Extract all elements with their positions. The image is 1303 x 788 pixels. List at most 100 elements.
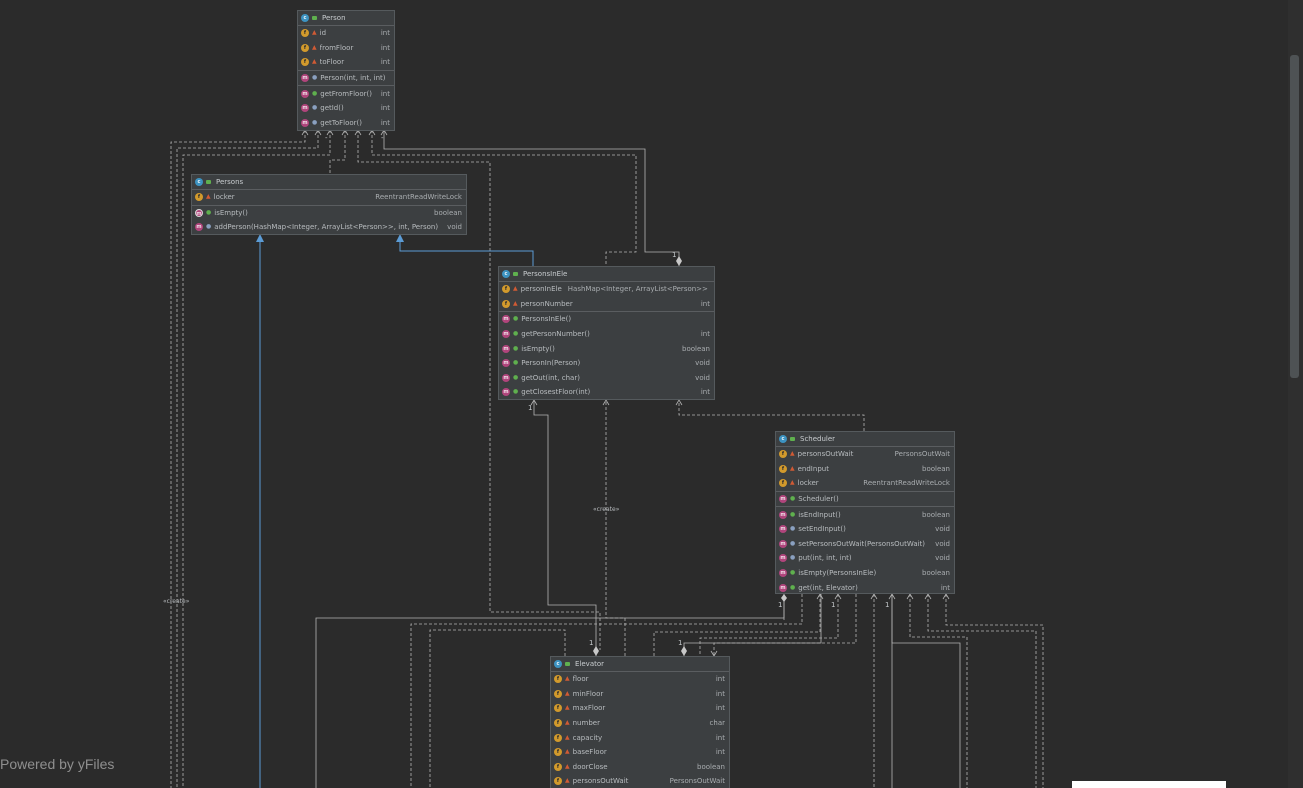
method-icon: m <box>779 539 787 548</box>
method-row: m ● isEmpty() boolean <box>195 208 462 217</box>
class-persons[interactable]: c Persons f ▲ locker ReentrantReadWriteLock… <box>191 174 467 235</box>
method-row: m ● addPerson(HashMap<Integer, ArrayList<P… <box>195 223 462 232</box>
create-label: «create» <box>163 598 190 605</box>
class-header: c Person <box>298 11 394 26</box>
field-row: f ▲ id int <box>298 26 394 41</box>
private-lock-icon: ▲ <box>565 762 570 770</box>
field-icon: f <box>301 43 309 52</box>
method-icon: m <box>779 569 787 578</box>
method-row: m ● get(int, Elevator) int <box>779 583 950 592</box>
composition-diamond <box>676 256 682 266</box>
private-lock-icon: ▲ <box>513 285 518 293</box>
field-icon: f <box>554 748 562 757</box>
public-icon: ● <box>790 583 796 591</box>
minus-label: - <box>325 134 328 142</box>
field-icon: f <box>554 733 562 742</box>
minus-label: - <box>381 134 384 142</box>
method-row: m ● isEmpty() boolean <box>502 344 710 353</box>
package-icon: ● <box>790 525 796 533</box>
abstract-method-icon: m <box>195 208 203 217</box>
multiplicity-label: 1 <box>528 404 533 412</box>
method-row: m ● getFromFloor() int <box>301 89 390 98</box>
method-row: m ● getPersonNumber() int <box>502 330 710 339</box>
edge-dependency <box>699 594 839 656</box>
class-icon: c <box>195 178 203 186</box>
field-row: f ▲ floor int <box>551 672 729 687</box>
method-row: m ● put(int, int, int) void <box>779 554 950 563</box>
multiplicity-label: 1 <box>778 601 783 609</box>
private-lock-icon: ▲ <box>312 29 317 37</box>
method-row: m ● getClosestFloor(int) int <box>502 388 710 397</box>
method-row: m ● getToFloor() int <box>301 118 390 127</box>
multiplicity-label: 1 <box>831 601 836 609</box>
method-icon: m <box>779 525 787 534</box>
method-icon: m <box>502 373 510 382</box>
class-header: c Elevator <box>551 657 729 672</box>
public-icon <box>565 661 572 667</box>
class-icon: c <box>301 14 309 22</box>
field-icon: f <box>779 450 787 459</box>
field-row: f ▲ baseFloor int <box>551 745 729 760</box>
private-lock-icon: ▲ <box>565 689 570 697</box>
fields-section: f ▲ locker ReentrantReadWriteLock <box>192 190 466 206</box>
method-icon: m <box>301 89 309 98</box>
package-icon: ● <box>312 74 318 82</box>
edge-association <box>683 594 822 656</box>
public-icon: ● <box>513 315 519 323</box>
method-row: m ● PersonIn(Person) void <box>502 359 710 368</box>
private-lock-icon: ▲ <box>565 719 570 727</box>
field-icon: f <box>554 689 562 698</box>
class-personsinele[interactable]: c PersonsInEle f ▲ personInEle HashMap<Inte… <box>498 266 715 400</box>
multiplicity-label: 1 <box>885 601 890 609</box>
class-name: Elevator <box>575 660 605 668</box>
multiplicity-label: 1 <box>589 639 594 647</box>
inheritance-arrowhead <box>256 234 264 242</box>
field-row: f ▲ endInput boolean <box>776 462 954 477</box>
field-icon: f <box>554 762 562 771</box>
field-row: f ▲ personNumber int <box>499 297 714 312</box>
class-header: c Persons <box>192 175 466 190</box>
field-row: f ▲ fromFloor int <box>298 41 394 56</box>
edge-inheritance <box>399 240 534 266</box>
scrollbar-thumb[interactable] <box>1290 55 1299 378</box>
fields-section: f ▲ floor int f ▲ minFloor int f ▲ maxFloor int f… <box>551 672 729 788</box>
constructor-row: m ● Person(int, int, int) <box>301 74 386 83</box>
private-lock-icon: ▲ <box>565 748 570 756</box>
fields-section: f ▲ personsOutWait PersonsOutWait f ▲ endInpu… <box>776 447 954 492</box>
class-person[interactable]: c Person f ▲ id int f ▲ fromFloor int f ▲ toFloo… <box>297 10 395 131</box>
field-row: f ▲ maxFloor int <box>551 701 729 716</box>
field-icon: f <box>554 719 562 728</box>
private-lock-icon: ▲ <box>312 43 317 51</box>
package-icon: ● <box>206 223 212 231</box>
class-elevator[interactable]: c Elevator f ▲ floor int f ▲ minFloor int f ▲ ma… <box>550 656 730 788</box>
package-icon: ● <box>312 104 318 112</box>
public-icon: ● <box>513 330 519 338</box>
powered-by-label: Powered by yFiles <box>0 756 115 772</box>
overview-panel <box>1072 781 1226 788</box>
edge-dependency <box>909 594 968 788</box>
method-icon: m <box>502 315 510 324</box>
private-lock-icon: ▲ <box>513 299 518 307</box>
public-icon <box>513 271 520 277</box>
private-lock-icon: ▲ <box>312 58 317 66</box>
field-row: f ▲ number char <box>551 716 729 731</box>
field-row: f ▲ capacity int <box>551 730 729 745</box>
public-icon: ● <box>513 344 519 352</box>
methods-section: m ● isEndInput() boolean m ● setEndInput() voi… <box>776 507 954 595</box>
fields-section: f ▲ personInEle HashMap<Integer, ArrayList<… <box>499 282 714 313</box>
method-icon: m <box>195 223 203 232</box>
edge-dependency <box>429 629 566 788</box>
field-icon: f <box>502 299 510 308</box>
private-lock-icon: ▲ <box>565 675 570 683</box>
composition-diamond <box>593 646 599 656</box>
class-scheduler[interactable]: c Scheduler f ▲ personsOutWait PersonsOutWa… <box>775 431 955 594</box>
public-icon <box>206 179 213 185</box>
private-lock-icon: ▲ <box>790 479 795 487</box>
class-icon: c <box>554 660 562 668</box>
public-icon: ● <box>513 388 519 396</box>
method-icon: m <box>779 510 787 519</box>
class-name: PersonsInEle <box>523 270 568 278</box>
field-icon: f <box>554 704 562 713</box>
public-icon <box>790 436 797 442</box>
multiplicity-label: 1 <box>678 639 683 647</box>
